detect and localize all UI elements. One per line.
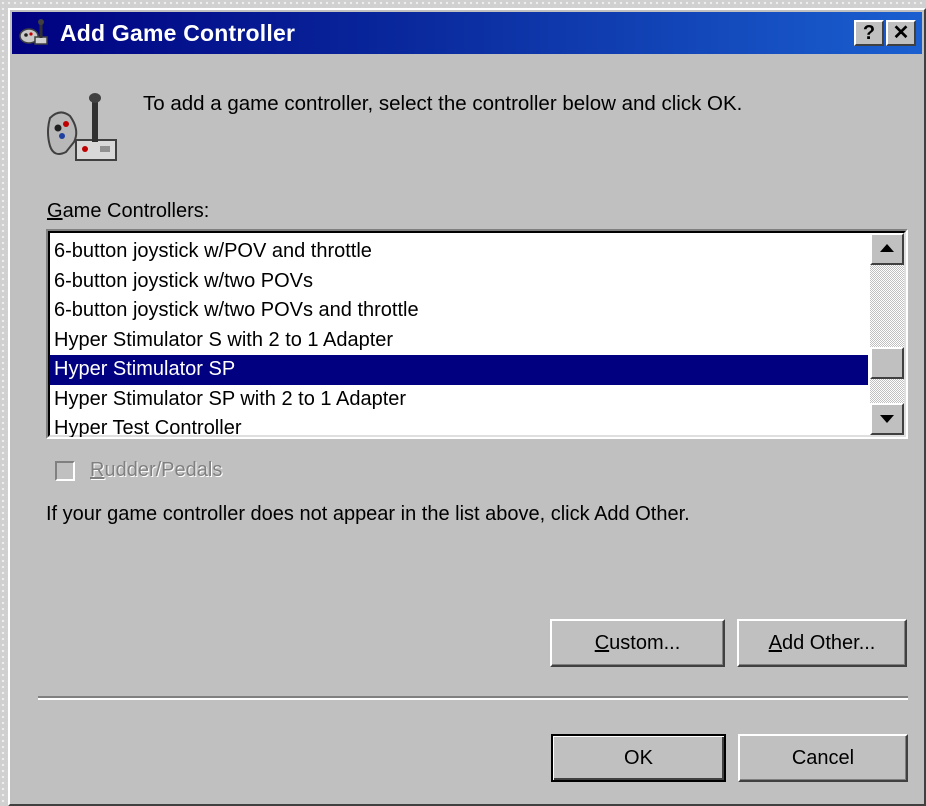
list-item[interactable]: Hyper Stimulator SP with 2 to 1 Adapter [50,385,868,415]
separator [38,696,908,700]
list-item[interactable]: Hyper Test Controller [50,414,868,437]
rudder-text: udder/Pedals [104,459,223,481]
game-controller-icon [19,19,48,45]
scroll-thumb[interactable] [870,347,904,379]
label-text: ame Controllers: [62,200,210,222]
list-item[interactable]: 6-button joystick w/POV and throttle [50,237,868,267]
rudder-accelerator: R [90,459,105,481]
scroll-down-button[interactable] [870,403,904,435]
custom-button[interactable]: Custom... [550,619,725,667]
joystick-gamepad-icon [47,93,117,161]
arrow-up-icon [880,244,894,252]
list-item[interactable]: 6-button joystick w/two POVs [50,267,868,297]
custom-text: ustom... [609,631,681,654]
arrow-down-icon [880,415,894,423]
add-other-accelerator: A [768,631,782,654]
help-button[interactable]: ? [854,20,884,46]
close-icon: ✕ [892,22,910,44]
title-bar[interactable]: Add Game Controller ? ✕ [12,12,922,54]
help-icon: ? [862,22,876,44]
add-other-hint: If your game controller does not appear … [46,503,690,525]
list-item-selected[interactable]: Hyper Stimulator SP [50,355,868,385]
close-button[interactable]: ✕ [886,20,916,46]
list-item[interactable]: 6-button joystick w/two POVs and throttl… [50,296,868,326]
custom-accelerator: C [594,631,610,654]
label-accelerator: G [47,200,63,222]
listbox-items: 6-button joystick w/POV and throttle 6-b… [50,237,868,437]
list-item[interactable]: Hyper Stimulator S with 2 to 1 Adapter [50,326,868,356]
listbox-frame: 6-button joystick w/POV and throttle 6-b… [48,231,906,437]
rudder-pedals-label: Rudder/Pedals [90,459,222,482]
ok-button[interactable]: OK [551,734,726,782]
window-title: Add Game Controller [60,20,296,46]
rudder-pedals-checkbox[interactable] [55,461,75,481]
add-game-controller-dialog: Add Game Controller ? ✕ To add a game co… [8,8,926,806]
game-controllers-label: Game Controllers: [47,200,209,223]
intro-text: To add a game controller, select the con… [143,92,743,115]
controllers-listbox[interactable]: 6-button joystick w/POV and throttle 6-b… [46,229,908,439]
scroll-up-button[interactable] [870,233,904,265]
add-other-text: dd Other... [781,631,876,654]
add-other-button[interactable]: Add Other... [737,619,907,667]
cancel-button[interactable]: Cancel [738,734,908,782]
vertical-scrollbar[interactable] [870,233,904,435]
